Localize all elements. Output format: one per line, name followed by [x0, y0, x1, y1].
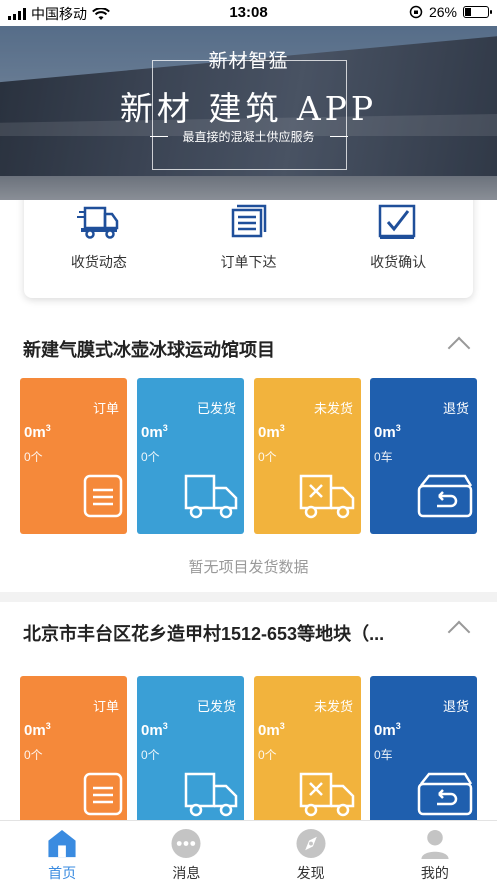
tile-label: 已发货 — [196, 699, 236, 714]
tile-count: 0车 — [374, 450, 393, 464]
tile-count: 0个 — [258, 748, 277, 762]
quick-action-label: 收货确认 — [370, 254, 427, 270]
tile-label: 订单 — [92, 401, 119, 416]
document-icon — [83, 772, 123, 816]
truck-cancel-icon — [299, 474, 355, 519]
tile-not-shipped[interactable]: 未发货 0m3 0个 — [254, 676, 361, 820]
tile-returned[interactable]: 退货 0m3 0车 — [370, 378, 477, 534]
tab-me[interactable]: 我的 — [373, 821, 497, 883]
tile-shipped[interactable]: 已发货 0m3 0个 — [137, 378, 244, 534]
status-bar: 中国移动 13:08 26% — [0, 0, 497, 26]
quick-action-delivery-status[interactable]: 收货动态 — [24, 200, 174, 298]
home-icon — [48, 829, 76, 858]
tile-label: 未发货 — [313, 699, 353, 714]
tile-volume: 0m3 — [258, 721, 285, 739]
truck-icon — [184, 772, 238, 817]
battery-icon — [463, 6, 492, 18]
tile-volume: 0m3 — [24, 423, 51, 441]
project-card: 新建气膜式冰壶冰球运动馆项目 订单 0m3 0个 已发货 0m3 0个 未发货 — [0, 318, 497, 592]
tile-volume: 0m3 — [24, 721, 51, 739]
quick-action-label: 收货动态 — [70, 254, 127, 270]
hero-banner: 新材智猛 新材 建筑 APP 最直接的混凝土供应服务 — [0, 26, 497, 200]
tile-label: 退货 — [442, 401, 469, 416]
checkbox-confirm-icon — [378, 204, 416, 239]
delivery-truck-icon — [76, 206, 119, 239]
tile-shipped[interactable]: 已发货 0m3 0个 — [137, 676, 244, 820]
banner-title: 新材 建筑 APP — [119, 89, 378, 128]
bottom-tab-bar: 首页 消息 发现 我的 — [0, 820, 497, 883]
orientation-lock-icon — [409, 5, 423, 19]
document-icon — [83, 474, 123, 518]
return-box-icon — [417, 772, 473, 816]
tab-label: 发现 — [296, 865, 325, 881]
tile-label: 订单 — [92, 699, 119, 714]
tab-label: 我的 — [420, 865, 449, 881]
empty-data-tip: 暂无项目发货数据 — [188, 559, 309, 576]
tile-label: 未发货 — [313, 401, 353, 416]
banner-brand: 新材智猛 — [208, 51, 289, 72]
tab-label: 消息 — [172, 865, 201, 881]
quick-action-label: 订单下达 — [220, 254, 277, 270]
quick-actions-card: 收货动态 订单下达 收货确认 — [24, 200, 473, 298]
tile-volume: 0m3 — [141, 423, 168, 441]
project-header[interactable]: 新建气膜式冰壶冰球运动馆项目 — [0, 318, 497, 374]
truck-icon — [184, 474, 238, 519]
stat-tiles: 订单 0m3 0个 已发货 0m3 0个 未发货 0m3 0个 退货 0m3 0… — [20, 378, 477, 534]
tile-label: 退货 — [442, 699, 469, 714]
project-header[interactable]: 北京市丰台区花乡造甲村1512-653等地块（... — [0, 602, 497, 658]
tile-count: 0车 — [374, 748, 393, 762]
tile-count: 0个 — [141, 748, 160, 762]
quick-action-confirm-receipt[interactable]: 收货确认 — [323, 200, 473, 298]
message-icon — [171, 828, 201, 859]
project-card: 北京市丰台区花乡造甲村1512-653等地块（... 订单 0m3 0个 已发货… — [0, 602, 497, 820]
tile-count: 0个 — [24, 450, 43, 464]
banner-tagline: 最直接的混凝土供应服务 — [182, 130, 315, 144]
tile-count: 0个 — [258, 450, 277, 464]
project-title: 新建气膜式冰壶冰球运动馆项目 — [23, 340, 275, 360]
tile-count: 0个 — [141, 450, 160, 464]
tile-volume: 0m3 — [258, 423, 285, 441]
tile-order[interactable]: 订单 0m3 0个 — [20, 378, 127, 534]
tile-order[interactable]: 订单 0m3 0个 — [20, 676, 127, 820]
tab-label: 首页 — [48, 865, 77, 881]
chevron-up-icon[interactable] — [447, 620, 471, 644]
tile-not-shipped[interactable]: 未发货 0m3 0个 — [254, 378, 361, 534]
return-box-icon — [417, 474, 473, 518]
tile-volume: 0m3 — [141, 721, 168, 739]
truck-cancel-icon — [299, 772, 355, 817]
tab-home[interactable]: 首页 — [0, 821, 124, 883]
home-content: 收货动态 订单下达 收货确认 新建气膜式冰壶冰球运动馆项目 订单 0m3 0个 … — [0, 200, 497, 820]
tile-count: 0个 — [24, 748, 43, 762]
stat-tiles: 订单 0m3 0个 已发货 0m3 0个 未发货 0m3 0个 退货 0m3 0… — [20, 676, 477, 820]
tile-label: 已发货 — [196, 401, 236, 416]
tab-messages[interactable]: 消息 — [124, 821, 248, 883]
order-list-icon — [231, 204, 266, 238]
project-title: 北京市丰台区花乡造甲村1512-653等地块（... — [23, 624, 385, 644]
chevron-up-icon[interactable] — [447, 336, 471, 360]
tile-returned[interactable]: 退货 0m3 0车 — [370, 676, 477, 820]
tile-volume: 0m3 — [374, 423, 401, 441]
compass-icon — [296, 828, 326, 859]
quick-action-place-order[interactable]: 订单下达 — [174, 200, 324, 298]
battery-percent: 26% — [428, 4, 457, 20]
tile-volume: 0m3 — [374, 721, 401, 739]
app-screen: 中国移动 13:08 26% 新材智猛 新材 建筑 APP 最直接的混凝土供应服… — [0, 0, 497, 883]
tab-discover[interactable]: 发现 — [249, 821, 373, 883]
user-icon — [421, 829, 449, 859]
